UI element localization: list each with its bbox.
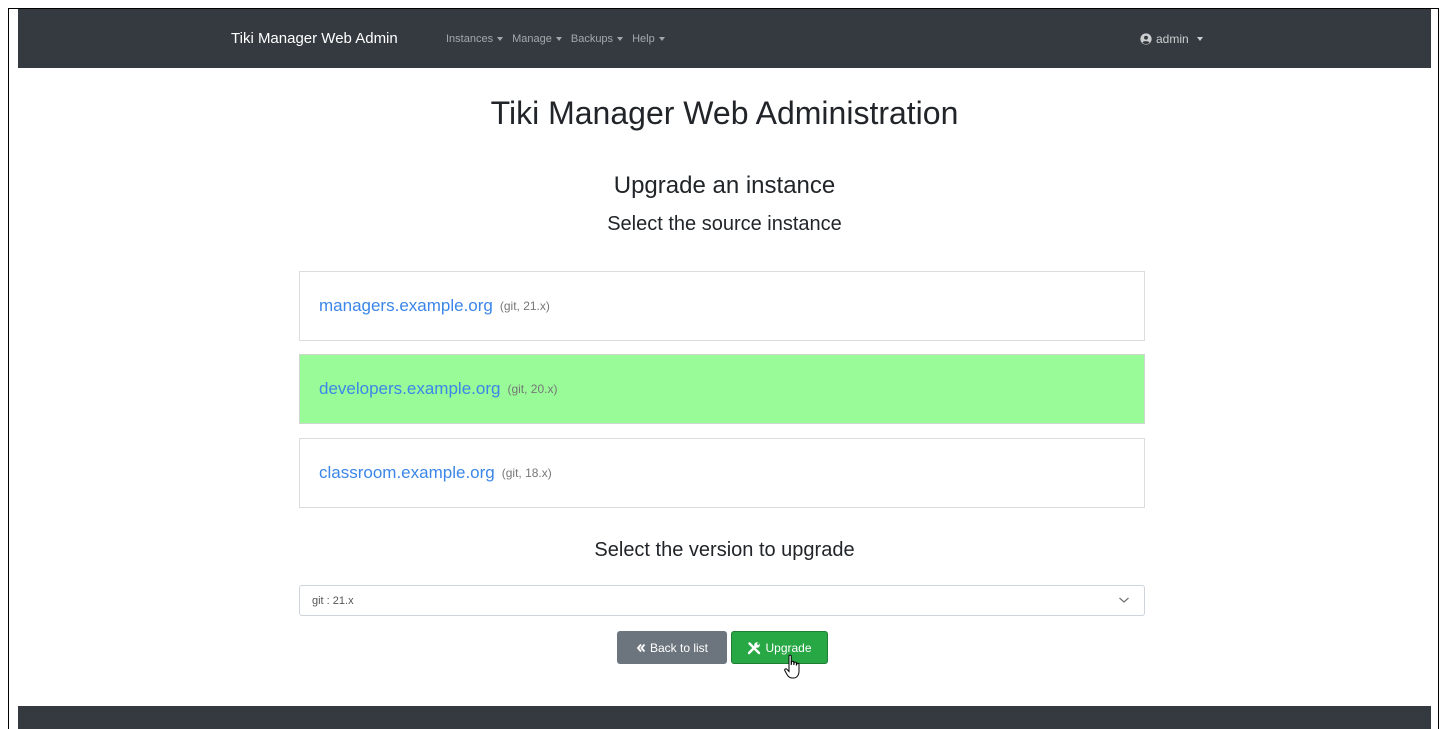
nav-manage-label: Manage: [512, 32, 552, 45]
nav-backups-label: Backups: [570, 32, 614, 45]
navbar-brand[interactable]: Tiki Manager Web Admin: [231, 30, 398, 47]
upgrade-button[interactable]: Upgrade: [731, 631, 828, 664]
instance-name-link[interactable]: managers.example.org: [319, 296, 493, 316]
instance-name-link[interactable]: classroom.example.org: [319, 463, 495, 483]
instance-item-managers[interactable]: managers.example.org (git, 21.x): [299, 271, 1145, 341]
user-menu-dropdown[interactable]: admin: [1140, 32, 1203, 46]
nav-instances-label: Instances: [446, 32, 494, 45]
user-name: admin: [1156, 31, 1189, 46]
instance-meta: (git, 18.x): [501, 466, 552, 480]
upgrade-button-label: Upgrade: [765, 640, 812, 655]
caret-down-icon: [497, 36, 504, 41]
nav-manage-dropdown[interactable]: Manage: [512, 33, 562, 45]
nav-help-label: Help: [632, 32, 655, 45]
instance-item-classroom[interactable]: classroom.example.org (git, 18.x): [299, 438, 1145, 508]
tools-icon: [748, 641, 761, 654]
instance-name-link[interactable]: developers.example.org: [319, 379, 500, 399]
chevron-down-icon: [1119, 597, 1129, 603]
version-heading: Select the version to upgrade: [594, 539, 855, 561]
back-to-list-button[interactable]: Back to list: [617, 631, 727, 664]
nav-help-dropdown[interactable]: Help: [632, 33, 665, 45]
page-frame: Tiki Manager Web Admin Instances Manage …: [8, 8, 1439, 729]
section-title: Upgrade an instance: [613, 172, 836, 199]
user-circle-icon: [1140, 32, 1152, 45]
navbar-menu: Instances Manage Backups Help: [446, 33, 665, 45]
caret-down-icon: [617, 36, 624, 41]
hand-pointer-cursor-icon: [784, 654, 800, 679]
double-chevron-left-icon: [636, 643, 646, 652]
page-title: Tiki Manager Web Administration: [490, 95, 959, 131]
nav-instances-dropdown[interactable]: Instances: [446, 32, 504, 45]
version-select-value: git : 21.x: [312, 594, 354, 607]
caret-down-icon: [658, 36, 665, 41]
instance-meta: (git, 21.x): [499, 299, 550, 313]
source-instance-heading: Select the source instance: [607, 213, 842, 235]
top-navbar: Tiki Manager Web Admin Instances Manage …: [18, 9, 1431, 68]
instance-meta: (git, 20.x): [507, 382, 558, 396]
caret-down-icon: [1196, 36, 1203, 41]
version-select[interactable]: git : 21.x: [299, 585, 1145, 616]
caret-down-icon: [555, 36, 562, 41]
nav-backups-dropdown[interactable]: Backups: [570, 32, 624, 45]
footer-bar: [18, 706, 1431, 729]
back-button-label: Back to list: [649, 640, 709, 655]
instance-item-developers[interactable]: developers.example.org (git, 20.x): [299, 354, 1145, 424]
